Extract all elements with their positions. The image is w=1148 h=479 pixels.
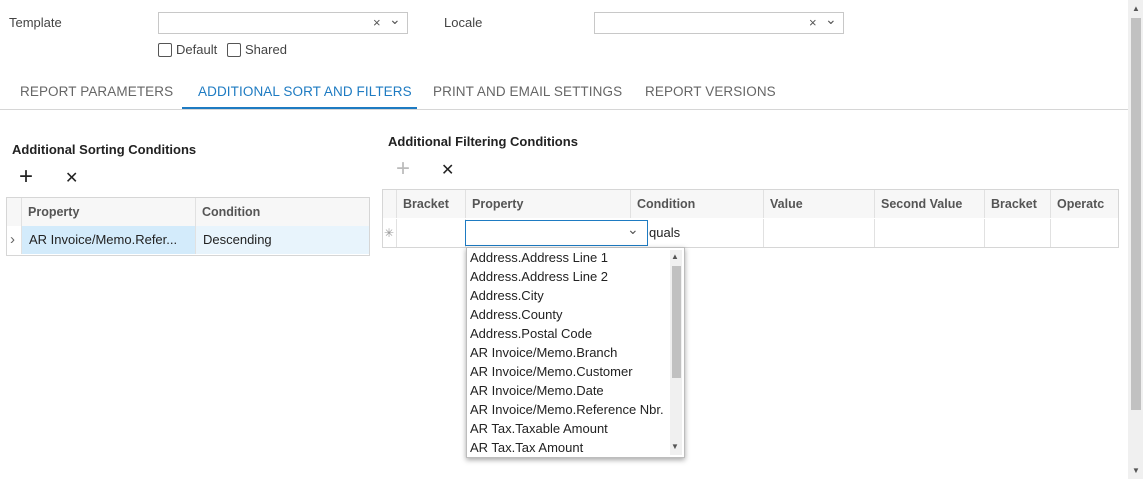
list-item[interactable]: AR Invoice/Memo.Date bbox=[470, 381, 604, 400]
clear-icon[interactable]: × bbox=[373, 15, 381, 30]
filtering-header-bracket-close[interactable]: Bracket bbox=[985, 190, 1051, 218]
sorting-header-condition[interactable]: Condition bbox=[196, 198, 369, 226]
add-filter-button[interactable]: + bbox=[396, 157, 410, 181]
list-item[interactable]: Address.County bbox=[470, 305, 563, 324]
filter-cell-second-value[interactable] bbox=[875, 219, 985, 247]
locale-selector[interactable]: × ⌄ bbox=[594, 11, 844, 34]
list-item[interactable]: AR Invoice/Memo.Customer bbox=[470, 362, 633, 381]
list-item[interactable]: Address.Address Line 1 bbox=[470, 248, 608, 267]
tab-print-and-email-settings[interactable]: PRINT AND EMAIL SETTINGS bbox=[433, 84, 622, 99]
page-scroll-thumb[interactable] bbox=[1131, 18, 1141, 410]
checkbox-box[interactable] bbox=[158, 42, 172, 57]
scroll-up-icon[interactable]: ▲ bbox=[671, 252, 679, 261]
row-expander-icon[interactable]: › bbox=[7, 226, 22, 254]
list-item[interactable]: AR Invoice/Memo.Reference Nbr. bbox=[470, 400, 664, 419]
filtering-header-operator[interactable]: Operatc bbox=[1051, 190, 1118, 218]
property-selector[interactable]: ⌄ bbox=[465, 220, 648, 246]
list-item[interactable]: AR Invoice/Memo.Branch bbox=[470, 343, 617, 362]
shared-checkbox[interactable]: Shared bbox=[227, 42, 287, 57]
default-checkbox[interactable]: Default bbox=[158, 42, 217, 57]
table-row[interactable]: › AR Invoice/Memo.Refer... Descending bbox=[7, 226, 369, 255]
filter-cell-condition[interactable]: quals bbox=[631, 219, 764, 247]
sorting-section-title: Additional Sorting Conditions bbox=[12, 142, 197, 157]
chevron-down-icon[interactable]: ⌄ bbox=[825, 11, 837, 28]
clear-icon[interactable]: × bbox=[809, 15, 817, 30]
filter-cell-bracket-close[interactable] bbox=[985, 219, 1051, 247]
list-item[interactable]: Address.City bbox=[470, 286, 544, 305]
page-scrollbar[interactable]: ▲ ▼ bbox=[1128, 0, 1143, 479]
filtering-header-second-value[interactable]: Second Value bbox=[875, 190, 985, 218]
tab-report-versions[interactable]: REPORT VERSIONS bbox=[645, 84, 776, 99]
tab-report-parameters[interactable]: REPORT PARAMETERS bbox=[20, 84, 173, 99]
shared-checkbox-label: Shared bbox=[245, 42, 287, 57]
list-item[interactable]: Address.Address Line 2 bbox=[470, 267, 608, 286]
scroll-down-icon[interactable]: ▼ bbox=[671, 442, 679, 451]
filtering-header-bracket-open[interactable]: Bracket bbox=[397, 190, 466, 218]
filter-cell-bracket-open[interactable] bbox=[397, 219, 466, 247]
filter-cell-value[interactable] bbox=[764, 219, 875, 247]
filtering-header-property[interactable]: Property bbox=[466, 190, 631, 218]
sorting-grid: Property Condition › AR Invoice/Memo.Ref… bbox=[6, 197, 370, 256]
list-item[interactable]: AR Tax.Tax Amount bbox=[470, 438, 583, 457]
checkbox-box[interactable] bbox=[227, 42, 241, 57]
chevron-down-icon[interactable]: ⌄ bbox=[627, 221, 639, 238]
filtering-selector-header bbox=[383, 190, 397, 218]
filtering-header-value[interactable]: Value bbox=[764, 190, 875, 218]
tab-divider bbox=[0, 109, 1128, 110]
dropdown-scroll-thumb[interactable] bbox=[672, 266, 681, 378]
scroll-down-icon[interactable]: ▼ bbox=[1132, 466, 1140, 475]
locale-label: Locale bbox=[444, 15, 483, 30]
sorting-expander-header bbox=[7, 198, 22, 226]
sorting-cell-condition[interactable]: Descending bbox=[196, 226, 369, 254]
new-row-icon: ✳ bbox=[383, 219, 397, 247]
property-dropdown-list[interactable]: Address.Address Line 1 Address.Address L… bbox=[466, 247, 685, 458]
filtering-header-condition[interactable]: Condition bbox=[631, 190, 764, 218]
filter-cell-operator[interactable] bbox=[1051, 219, 1118, 247]
scroll-up-icon[interactable]: ▲ bbox=[1132, 4, 1140, 13]
sorting-header-property[interactable]: Property bbox=[22, 198, 196, 226]
default-checkbox-label: Default bbox=[176, 42, 218, 57]
list-item[interactable]: Address.Postal Code bbox=[470, 324, 592, 343]
template-label: Template bbox=[9, 15, 62, 30]
filtering-section-title: Additional Filtering Conditions bbox=[388, 134, 578, 149]
sorting-cell-property[interactable]: AR Invoice/Memo.Refer... bbox=[22, 226, 196, 254]
tab-additional-sort-and-filters[interactable]: ADDITIONAL SORT AND FILTERS bbox=[198, 84, 412, 99]
dropdown-scrollbar[interactable]: ▲ ▼ bbox=[670, 250, 682, 455]
chevron-down-icon[interactable]: ⌄ bbox=[389, 11, 401, 28]
add-sort-button[interactable]: + bbox=[19, 165, 33, 189]
remove-sort-button[interactable]: ✕ bbox=[65, 169, 78, 189]
list-item[interactable]: AR Tax.Taxable Amount bbox=[470, 419, 608, 438]
remove-filter-button[interactable]: ✕ bbox=[441, 161, 454, 181]
template-selector[interactable]: × ⌄ bbox=[158, 11, 408, 34]
